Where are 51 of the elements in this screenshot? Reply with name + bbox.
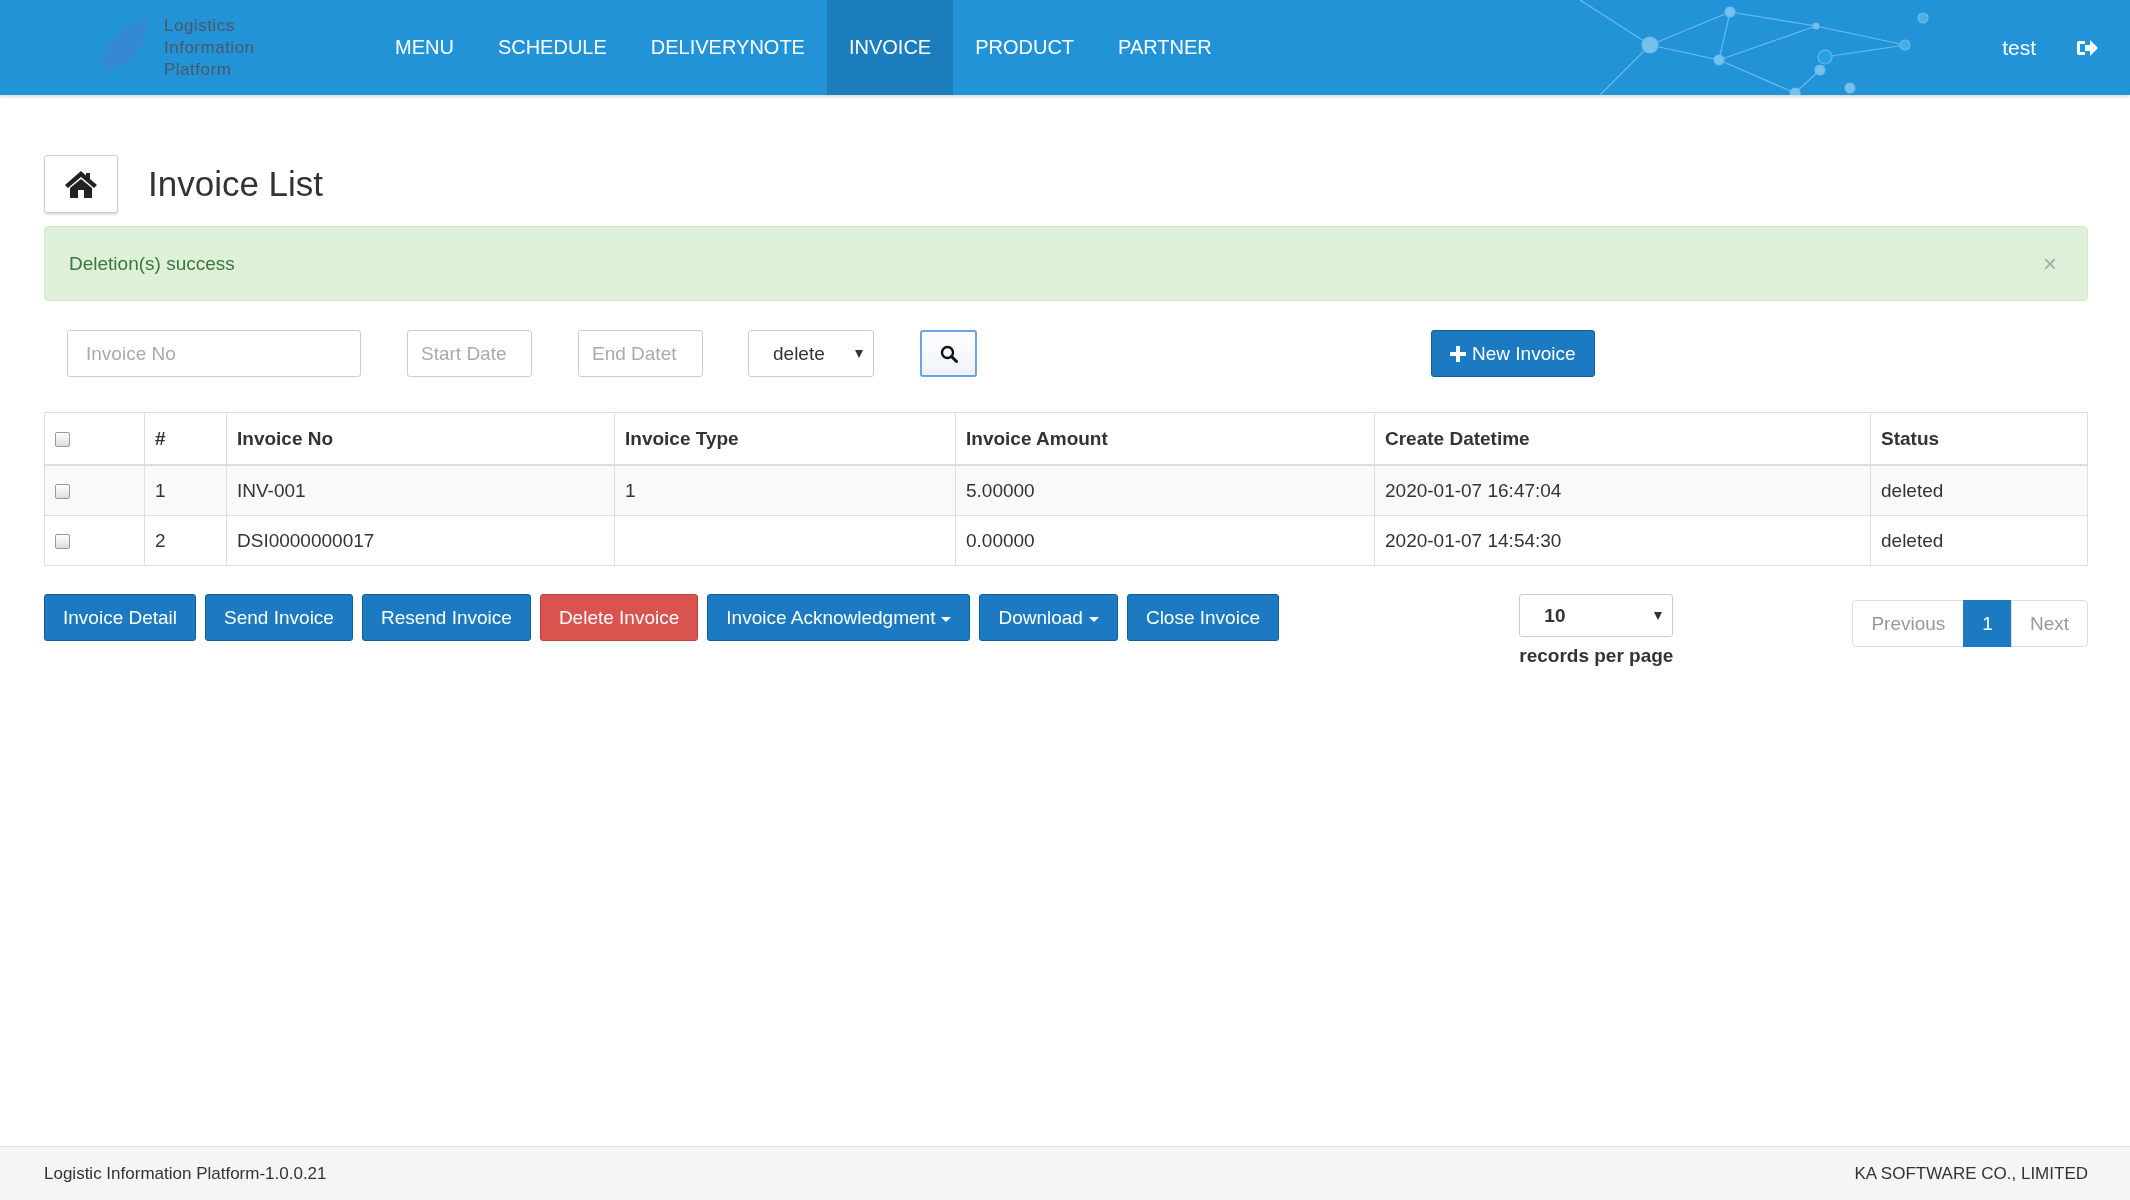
- table-cell: 1: [144, 465, 227, 516]
- table-cell: 2020-01-07 16:47:04: [1374, 465, 1871, 516]
- home-icon: [64, 170, 98, 198]
- table-cell: 2020-01-07 14:54:30: [1374, 515, 1871, 566]
- page-button[interactable]: 1: [1963, 600, 2012, 647]
- user-name[interactable]: test: [2002, 35, 2036, 60]
- alert-message: Deletion(s) success: [69, 252, 235, 275]
- table-cell: DSI0000000017: [226, 515, 615, 566]
- nav-tab[interactable]: SCHEDULE: [475, 0, 629, 95]
- select-all-checkbox[interactable]: [55, 432, 70, 447]
- dropdown-button[interactable]: Invoice Acknowledgment: [707, 594, 971, 641]
- new-invoice-button[interactable]: New Invoice: [1431, 330, 1595, 377]
- table-cell: 1: [614, 465, 956, 516]
- table-cell: deleted: [1870, 515, 2088, 566]
- action-button[interactable]: Send Invoice: [205, 594, 353, 641]
- page-size-select[interactable]: 10: [1519, 594, 1674, 637]
- invoice-no-field[interactable]: Invoice No: [67, 330, 361, 377]
- table-cell: INV-001: [226, 465, 615, 516]
- plus-icon: [1450, 345, 1466, 362]
- search-icon: [939, 344, 958, 363]
- table-cell: 2: [144, 515, 227, 566]
- end-date-field[interactable]: End Datet: [578, 330, 703, 377]
- nav-tab[interactable]: MENU: [373, 0, 476, 95]
- row-checkbox[interactable]: [55, 484, 70, 499]
- caret-icon: [855, 349, 863, 358]
- action-button[interactable]: Delete Invoice: [539, 594, 699, 641]
- table-cell: 5.00000: [955, 465, 1375, 516]
- company-text: KA SOFTWARE CO., LIMITED: [1854, 1163, 2088, 1184]
- dropdown-button[interactable]: Download: [979, 594, 1118, 641]
- logout-icon[interactable]: [2076, 38, 2098, 57]
- logo-text: Logistics Information Platform: [164, 14, 256, 81]
- nav-tab[interactable]: PRODUCT: [953, 0, 1097, 95]
- row-checkbox[interactable]: [55, 534, 70, 549]
- nav-tab[interactable]: PARTNER: [1096, 0, 1234, 95]
- start-date-field[interactable]: Start Date: [407, 330, 532, 377]
- table-cell: deleted: [1870, 465, 2088, 516]
- nav-tab[interactable]: INVOICE: [826, 0, 954, 95]
- action-button[interactable]: Close Invoice: [1126, 594, 1279, 641]
- action-button[interactable]: Invoice Detail: [44, 594, 197, 641]
- action-button[interactable]: Resend Invoice: [361, 594, 531, 641]
- page-size-label: records per page: [1519, 645, 1674, 667]
- search-button[interactable]: [920, 330, 977, 377]
- nav-tab[interactable]: DELIVERYNOTE: [628, 0, 827, 95]
- page-title: Invoice List: [148, 164, 324, 204]
- table-cell: 0.00000: [955, 515, 1375, 566]
- caret-icon: [941, 616, 952, 622]
- status-select[interactable]: delete: [748, 330, 874, 377]
- caret-icon: [1654, 611, 1663, 620]
- caret-icon: [1088, 616, 1099, 622]
- version-text: Logistic Information Platform-1.0.0.21: [44, 1163, 327, 1184]
- home-button[interactable]: [44, 155, 118, 213]
